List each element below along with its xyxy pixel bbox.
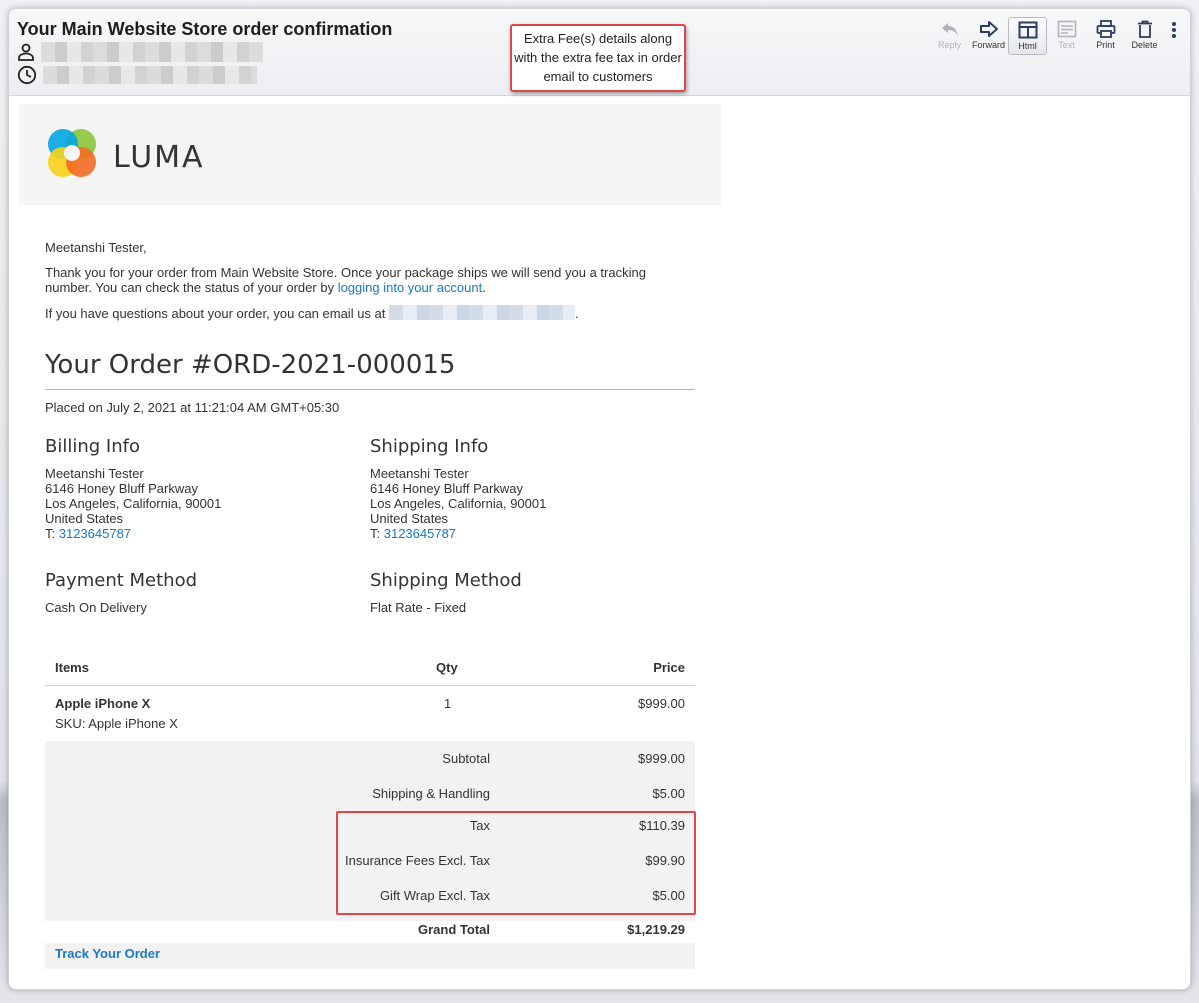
annotation-callout: Extra Fee(s) details along with the extr… (510, 24, 686, 92)
trash-icon (1137, 20, 1152, 38)
header-divider (45, 685, 695, 686)
totals-row-grand-total: Grand Total $1,219.29 (45, 921, 695, 943)
email-body: LUMA Meetanshi Tester, Thank you for you… (19, 104, 721, 969)
item-name: Apple iPhone X (55, 696, 151, 711)
reply-icon (941, 23, 958, 36)
price-header: Price (653, 660, 685, 675)
luma-logo-icon (48, 129, 96, 177)
greeting: Meetanshi Tester, (45, 240, 147, 255)
payment-method-heading: Payment Method (45, 570, 198, 591)
shipping-heading: Shipping Info (370, 436, 489, 457)
order-title: Your Order #ORD-2021-000015 (45, 350, 456, 380)
printer-icon (1096, 20, 1115, 38)
reply-button[interactable]: Reply (930, 17, 969, 55)
text-view-button[interactable]: Text (1047, 17, 1086, 55)
more-options-button[interactable] (1164, 17, 1184, 55)
payment-method-value: Cash On Delivery (45, 600, 147, 615)
more-vertical-icon (1172, 22, 1176, 38)
questions-paragraph: If you have questions about your order, … (45, 305, 579, 321)
account-login-link[interactable]: logging into your account (338, 280, 483, 295)
forward-button[interactable]: Forward (969, 17, 1008, 55)
order-placed-date: Placed on July 2, 2021 at 11:21:04 AM GM… (45, 400, 340, 415)
date-row (17, 65, 257, 85)
email-header: Your Main Website Store order confirmati… (9, 9, 1190, 96)
email-toolbar: Reply Forward Html Text Print Delete (930, 17, 1184, 55)
sender-row (17, 42, 263, 62)
delete-button[interactable]: Delete (1125, 17, 1164, 55)
item-sku: SKU: Apple iPhone X (55, 716, 178, 731)
items-header: Items (55, 660, 89, 675)
billing-heading: Billing Info (45, 436, 140, 457)
item-qty: 1 (444, 696, 452, 711)
clock-icon (17, 65, 37, 85)
email-window: Your Main Website Store order confirmati… (8, 8, 1191, 990)
sender-redacted (41, 42, 263, 62)
billing-address: Meetanshi Tester 6146 Honey Bluff Parkwa… (45, 466, 222, 541)
email-subject: Your Main Website Store order confirmati… (17, 19, 393, 39)
shipping-method-value: Flat Rate - Fixed (370, 600, 467, 615)
item-price: $999.00 (638, 696, 685, 711)
billing-phone-link[interactable]: 3123645787 (59, 526, 131, 541)
text-layout-icon (1057, 20, 1076, 38)
forward-icon (979, 21, 998, 37)
date-redacted (43, 66, 257, 84)
extra-fees-highlight (336, 811, 696, 915)
shipping-method-heading: Shipping Method (370, 570, 522, 591)
track-order-link[interactable]: Track Your Order (55, 946, 160, 961)
shipping-phone-link[interactable]: 3123645787 (384, 526, 456, 541)
print-button[interactable]: Print (1086, 17, 1125, 55)
store-banner: LUMA (19, 104, 721, 205)
brand-name: LUMA (113, 140, 205, 175)
thanks-paragraph: Thank you for your order from Main Websi… (45, 265, 646, 295)
divider (45, 389, 695, 390)
support-email-redacted (389, 305, 575, 320)
person-icon (18, 43, 34, 61)
shipping-address: Meetanshi Tester 6146 Honey Bluff Parkwa… (370, 466, 547, 541)
html-layout-icon (1018, 21, 1037, 39)
qty-header: Qty (436, 660, 458, 675)
html-view-button[interactable]: Html (1008, 17, 1047, 55)
